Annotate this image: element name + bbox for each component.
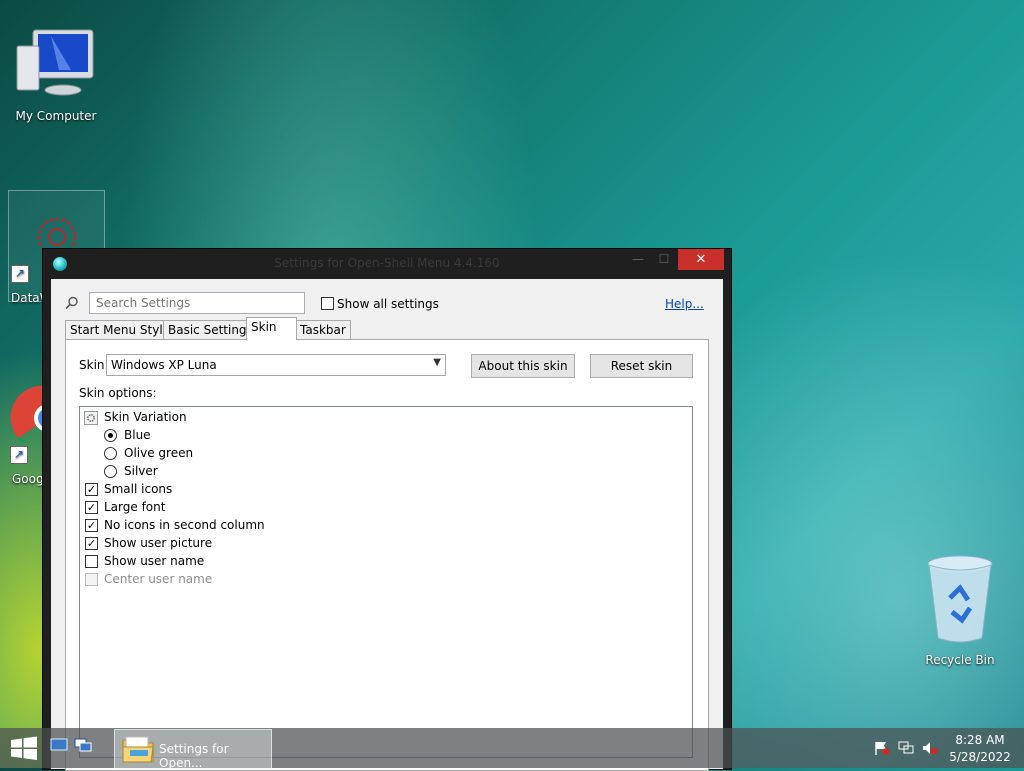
shortcut-arrow-icon: ↗ (11, 265, 29, 283)
center-user-name-checkbox (85, 573, 98, 586)
show-desktop-icon[interactable] (50, 738, 68, 752)
no-icons-second-column-checkbox[interactable]: ✓ (85, 519, 98, 532)
skin-tab-panel: Skin: Windows XP Luna ▼ About this skin … (65, 339, 709, 771)
flag-icon[interactable] (874, 741, 890, 755)
about-skin-button[interactable]: About this skin (471, 354, 575, 378)
maximize-button[interactable]: ☐ (651, 249, 677, 270)
recycle-bin-icon (927, 555, 993, 643)
radio-blue-label[interactable]: Blue (124, 426, 151, 444)
switch-windows-icon[interactable] (74, 738, 92, 752)
network-icon[interactable] (898, 741, 914, 755)
folder-icon (122, 736, 154, 763)
skin-label: Skin: (79, 358, 109, 372)
radio-silver-label[interactable]: Silver (124, 462, 158, 480)
search-settings-input[interactable] (89, 292, 305, 314)
skin-variation-label: Skin Variation (104, 410, 187, 424)
minimize-button[interactable]: — (625, 249, 651, 270)
show-user-name-checkbox[interactable] (85, 555, 98, 568)
tab-skin[interactable]: Skin (246, 317, 297, 340)
tab-start-menu-style[interactable]: Start Menu Style (65, 320, 176, 340)
shortcut-arrow-icon: ↗ (10, 446, 28, 464)
radio-silver[interactable] (104, 465, 117, 478)
taskbar-button-label: Settings for Open... (159, 742, 229, 770)
taskbar-clock[interactable]: 8:28 AM 5/28/2022 (940, 732, 1020, 766)
large-font-checkbox[interactable]: ✓ (85, 501, 98, 514)
taskbar: Settings for Open... 8:28 AM 5/28/2022 (0, 728, 1024, 770)
radio-olive-green-label[interactable]: Olive green (124, 444, 193, 462)
tab-basic-settings[interactable]: Basic Settings (163, 320, 258, 340)
small-icons-checkbox[interactable]: ✓ (85, 483, 98, 496)
windows-logo-icon[interactable] (0, 728, 48, 768)
small-icons-label[interactable]: Small icons (104, 480, 172, 498)
show-user-name-label[interactable]: Show user name (104, 552, 204, 570)
desktop-icon-label: Goog (12, 472, 44, 486)
clock-time: 8:28 AM (955, 733, 1005, 747)
chevron-down-icon: ▼ (433, 357, 441, 368)
desktop-icon-my-computer[interactable]: My Computer (8, 24, 104, 123)
skin-dropdown[interactable]: Windows XP Luna ▼ (106, 354, 446, 376)
desktop-icon-recycle-bin[interactable]: Recycle Bin (920, 550, 1000, 667)
desktop-icon-label: Recycle Bin (925, 653, 995, 667)
desktop-icon-label: My Computer (15, 109, 97, 123)
skin-options-label: Skin options: (79, 386, 157, 400)
close-button[interactable]: ✕ (678, 249, 724, 270)
skin-options-list: Skin Variation Blue Olive green Silver ✓… (79, 406, 693, 758)
speaker-muted-icon[interactable] (922, 741, 938, 755)
show-all-settings-label: Show all settings (337, 297, 439, 311)
taskbar-button-settings[interactable]: Settings for Open... (114, 729, 272, 770)
search-icon (65, 296, 78, 310)
skin-dropdown-value: Windows XP Luna (111, 358, 217, 372)
radio-blue[interactable] (104, 429, 117, 442)
settings-window: Settings for Open-Shell Menu 4.4.160 — ☐… (42, 248, 732, 771)
radio-olive-green[interactable] (104, 447, 117, 460)
tab-taskbar[interactable]: Taskbar (295, 320, 351, 340)
computer-icon (16, 29, 94, 96)
settings-gear-icon (84, 411, 98, 425)
show-user-picture-checkbox[interactable]: ✓ (85, 537, 98, 550)
clock-date: 5/28/2022 (949, 750, 1011, 764)
show-user-picture-label[interactable]: Show user picture (104, 534, 212, 552)
center-user-name-label: Center user name (104, 572, 213, 586)
window-client-area: Show all settings Help... Start Menu Sty… (51, 279, 723, 771)
large-font-label[interactable]: Large font (104, 498, 165, 516)
reset-skin-button[interactable]: Reset skin (590, 354, 693, 378)
help-link[interactable]: Help... (665, 297, 704, 311)
title-bar[interactable]: Settings for Open-Shell Menu 4.4.160 — ☐… (43, 249, 731, 279)
show-all-settings-checkbox[interactable] (321, 297, 334, 310)
no-icons-second-column-label[interactable]: No icons in second column (104, 516, 265, 534)
